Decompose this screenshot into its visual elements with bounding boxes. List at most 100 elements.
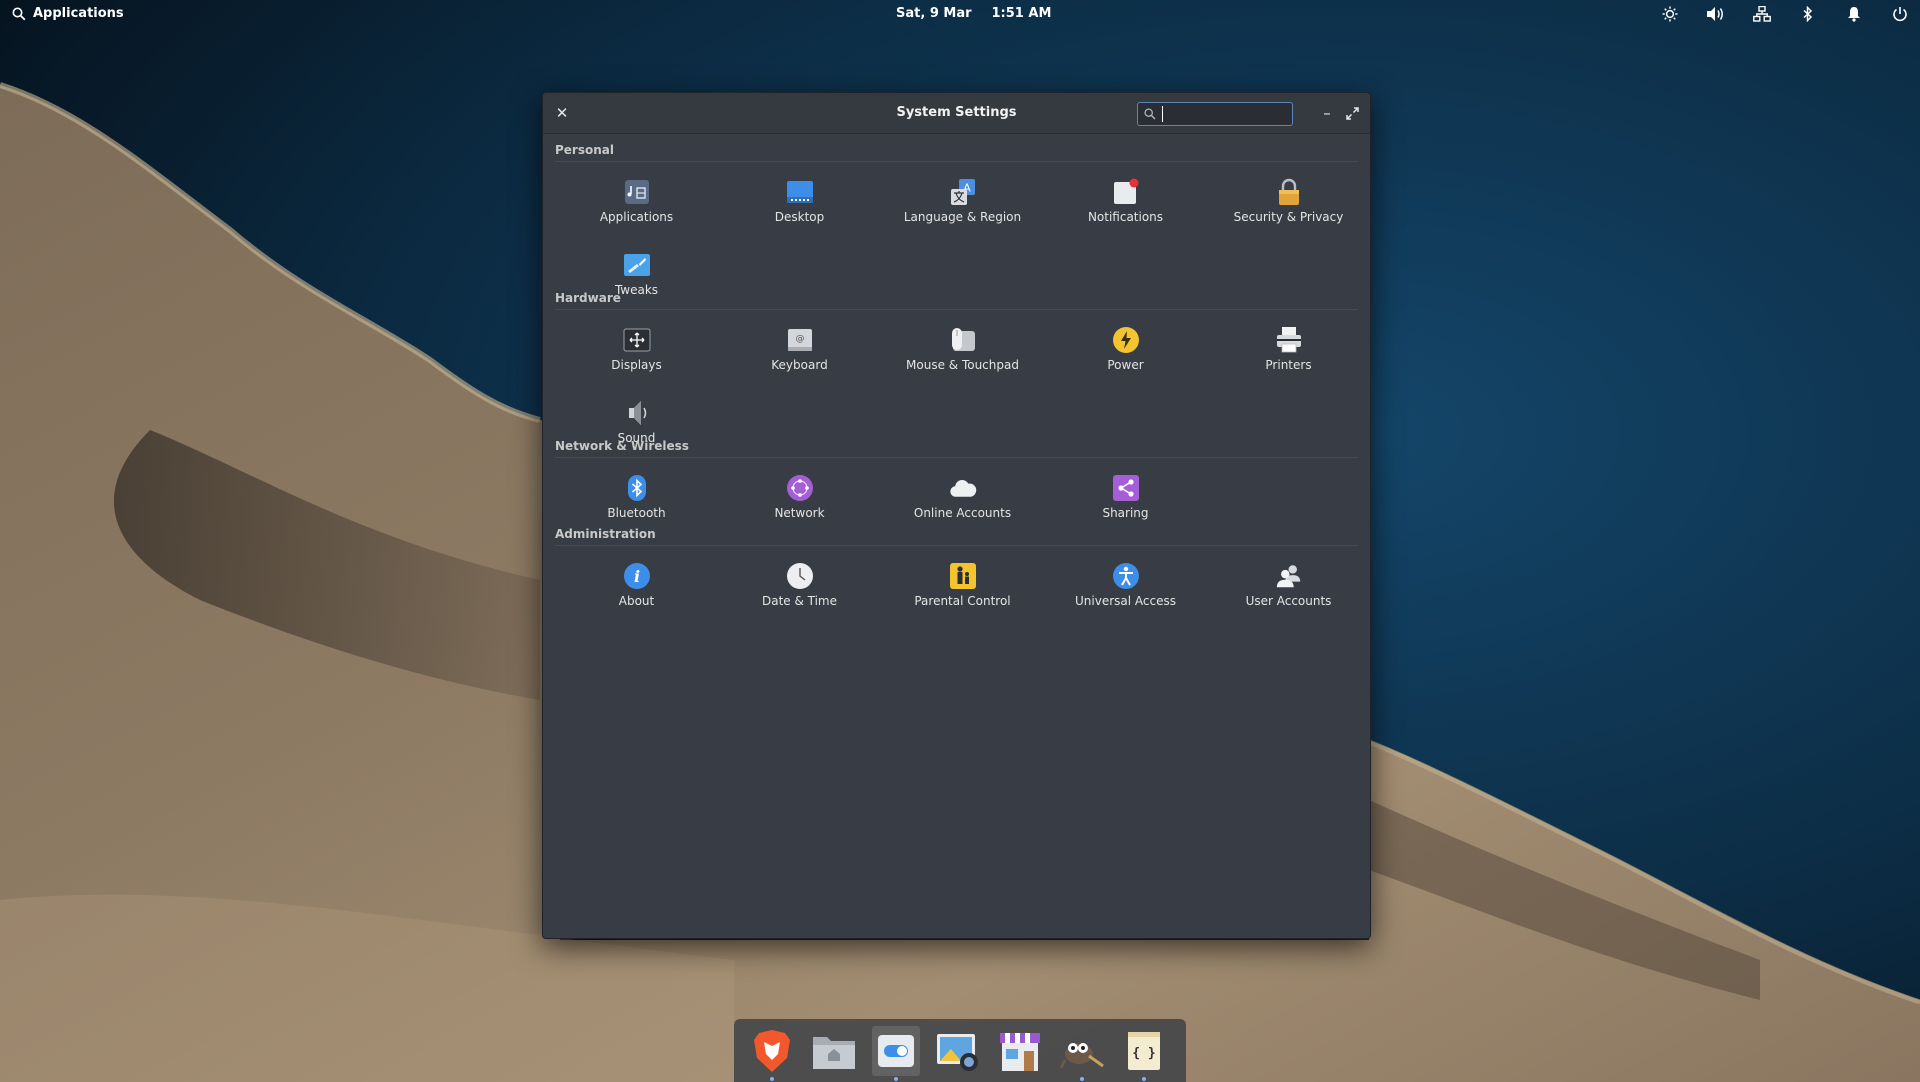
- dock-item-files[interactable]: [810, 1026, 858, 1076]
- section-header: Hardware: [555, 291, 1358, 310]
- system-settings-window: ✕ System Settings – Personal Application…: [542, 92, 1371, 939]
- minimize-icon[interactable]: –: [1316, 102, 1338, 124]
- settings-item-parental-control[interactable]: Parental Control: [881, 546, 1044, 619]
- settings-item-label: Sharing: [1102, 506, 1149, 520]
- notifications-icon[interactable]: [1844, 5, 1864, 23]
- settings-item-label: Keyboard: [771, 358, 828, 372]
- parental-control-icon: [949, 562, 977, 590]
- settings-item-label: Mouse & Touchpad: [906, 358, 1019, 372]
- dock-item-photos[interactable]: [934, 1026, 982, 1076]
- clock-icon: [786, 562, 814, 590]
- dock-item-gimp[interactable]: [1058, 1026, 1106, 1081]
- running-indicator: [1142, 1076, 1146, 1081]
- settings-item-online-accounts[interactable]: Online Accounts: [881, 458, 1044, 531]
- settings-item-label: Network: [774, 506, 825, 520]
- printer-icon: [1275, 326, 1303, 354]
- settings-item-language-region[interactable]: A Language & Region: [881, 162, 1044, 235]
- settings-item-label: About: [618, 594, 655, 608]
- settings-item-applications[interactable]: Applications: [555, 162, 718, 235]
- section-network-wireless: Network & Wireless Bluetooth Network Onl…: [555, 439, 1358, 531]
- settings-item-label: Date & Time: [761, 594, 838, 608]
- settings-item-label: Printers: [1265, 358, 1312, 372]
- settings-item-label: Notifications: [1087, 210, 1164, 224]
- desktop-icon: [786, 178, 814, 206]
- language-region-icon: A: [949, 178, 977, 206]
- section-administration: Administration i About Date & Time Paren…: [555, 527, 1358, 619]
- svg-text:{ }: { }: [1132, 1046, 1155, 1061]
- power-bolt-icon: [1112, 326, 1140, 354]
- brightness-icon[interactable]: [1660, 5, 1680, 23]
- settings-item-desktop[interactable]: Desktop: [718, 162, 881, 235]
- running-indicator: [894, 1076, 898, 1081]
- settings-item-label: Applications: [599, 210, 674, 224]
- time-label: 1:51 AM: [991, 6, 1052, 21]
- settings-item-label: Universal Access: [1075, 594, 1176, 608]
- notifications-icon: [1112, 178, 1140, 206]
- power-icon[interactable]: [1890, 5, 1910, 23]
- info-icon: i: [623, 562, 651, 590]
- settings-item-label: Displays: [611, 358, 662, 372]
- settings-item-label: Parental Control: [914, 594, 1011, 608]
- maximize-icon[interactable]: [1341, 102, 1363, 124]
- network-globe-icon: [786, 474, 814, 502]
- users-icon: [1275, 562, 1303, 590]
- settings-item-label: Desktop: [774, 210, 825, 224]
- settings-item-label: Online Accounts: [913, 506, 1012, 520]
- dock-item-brave[interactable]: [748, 1026, 796, 1081]
- svg-text:i: i: [633, 567, 639, 586]
- settings-item-about[interactable]: i About: [555, 546, 718, 619]
- dock-item-appcenter[interactable]: [996, 1026, 1044, 1076]
- dock: { }: [734, 1019, 1186, 1082]
- search-input[interactable]: [1162, 106, 1287, 122]
- settings-item-power[interactable]: Power: [1044, 310, 1207, 383]
- settings-item-keyboard[interactable]: @ Keyboard: [718, 310, 881, 383]
- settings-item-notifications[interactable]: Notifications: [1044, 162, 1207, 235]
- settings-item-displays[interactable]: Displays: [555, 310, 718, 383]
- network-wired-icon[interactable]: [1752, 5, 1772, 23]
- tweaks-icon: [623, 251, 651, 279]
- speaker-icon: [623, 399, 651, 427]
- applications-label: Applications: [33, 6, 124, 21]
- settings-item-printers[interactable]: Printers: [1207, 310, 1370, 383]
- settings-item-mouse-touchpad[interactable]: Mouse & Touchpad: [881, 310, 1044, 383]
- lock-icon: [1275, 178, 1303, 206]
- running-indicator: [770, 1076, 774, 1081]
- brave-browser-icon: [754, 1029, 790, 1072]
- bluetooth-icon: [623, 474, 651, 502]
- settings-item-network[interactable]: Network: [718, 458, 881, 531]
- window-titlebar[interactable]: ✕ System Settings –: [543, 93, 1370, 134]
- settings-item-bluetooth[interactable]: Bluetooth: [555, 458, 718, 531]
- section-header: Administration: [555, 527, 1358, 546]
- top-panel: Applications Sat, 9 Mar 1:51 AM: [0, 0, 1920, 28]
- settings-content: Personal Applications Desktop A Language…: [543, 134, 1370, 938]
- displays-icon: [623, 326, 651, 354]
- applications-menu-button[interactable]: Applications: [12, 6, 124, 21]
- search-icon: [1144, 108, 1156, 120]
- accessibility-icon: [1112, 562, 1140, 590]
- section-personal: Personal Applications Desktop A Language…: [555, 143, 1358, 308]
- datetime-indicator[interactable]: Sat, 9 Mar 1:51 AM: [896, 6, 1071, 21]
- settings-item-date-time[interactable]: Date & Time: [718, 546, 881, 619]
- dock-item-system-settings[interactable]: [872, 1025, 920, 1081]
- section-hardware: Hardware Displays @ Keyboard Mouse & Tou…: [555, 291, 1358, 456]
- mouse-icon: [949, 326, 977, 354]
- search-icon: [12, 7, 26, 20]
- section-header: Network & Wireless: [555, 439, 1358, 458]
- bluetooth-icon[interactable]: [1798, 5, 1818, 23]
- search-field[interactable]: [1137, 102, 1293, 126]
- code-editor-icon: { }: [1128, 1031, 1160, 1070]
- date-label: Sat, 9 Mar: [896, 6, 972, 21]
- appcenter-icon: [1000, 1032, 1040, 1071]
- settings-item-security-privacy[interactable]: Security & Privacy: [1207, 162, 1370, 235]
- dock-item-code[interactable]: { }: [1120, 1026, 1168, 1081]
- settings-item-user-accounts[interactable]: User Accounts: [1207, 546, 1370, 619]
- share-icon: [1112, 474, 1140, 502]
- volume-icon[interactable]: [1706, 5, 1726, 23]
- settings-item-label: Language & Region: [903, 210, 1022, 224]
- settings-item-universal-access[interactable]: Universal Access: [1044, 546, 1207, 619]
- settings-item-label: User Accounts: [1245, 594, 1332, 608]
- settings-item-sharing[interactable]: Sharing: [1044, 458, 1207, 531]
- svg-text:@: @: [795, 334, 804, 344]
- settings-item-label: Bluetooth: [607, 506, 666, 520]
- settings-item-label: Security & Privacy: [1233, 210, 1344, 224]
